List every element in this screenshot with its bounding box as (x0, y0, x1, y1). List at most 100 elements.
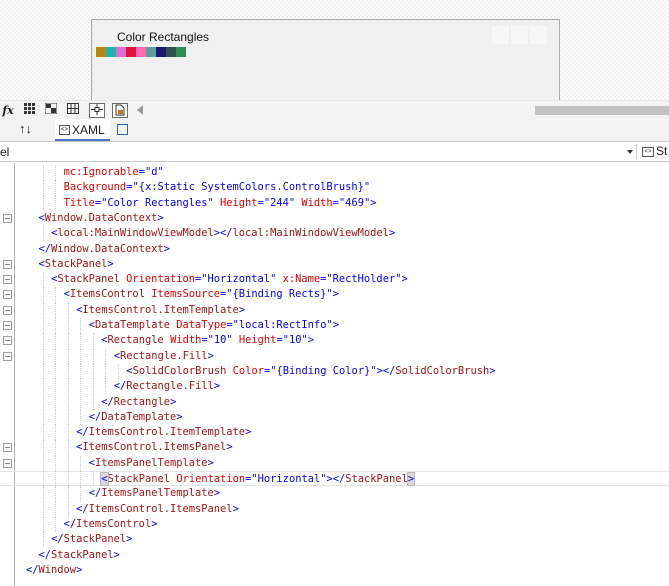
maximize-button[interactable] (511, 26, 528, 44)
indent-guide (55, 195, 57, 211)
tab-xaml[interactable]: <> XAML (55, 119, 110, 141)
collapse-icon[interactable]: − (3, 351, 12, 361)
popout-icon[interactable] (117, 124, 128, 135)
project-code-icon[interactable] (112, 103, 128, 118)
code-text: <Rectangle.Fill> (114, 349, 214, 364)
code-token: Rectangle (113, 395, 171, 408)
code-token: mc:Ignorable (63, 166, 139, 178)
collapse-icon[interactable]: − (3, 290, 12, 300)
indent-guide (42, 440, 44, 456)
xaml-code-editor[interactable]: mc:Ignorable="d" Background="{x:Static Sy… (0, 163, 669, 586)
code-token: > (388, 227, 396, 240)
code-token: SolidColorBrush (132, 364, 227, 377)
horizontal-scrollbar-thumb[interactable] (535, 106, 669, 115)
code-token: > (207, 456, 214, 469)
indent-guide (42, 486, 44, 502)
indent-guide (92, 333, 94, 349)
collapse-icon[interactable]: − (3, 275, 12, 285)
indent-guide (67, 486, 69, 502)
code-token: </ (76, 426, 89, 439)
code-text: </ItemsPanelTemplate> (89, 486, 220, 501)
color-rectangle (126, 47, 136, 57)
code-token: ItemsControl.ItemTemplate (82, 303, 239, 316)
color-rectangles (96, 47, 186, 57)
code-token: StackPanel (44, 257, 108, 270)
indent-guide (55, 180, 57, 196)
tab-xaml-label: XAML (72, 123, 105, 137)
preview-window[interactable]: Color Rectangles (91, 19, 560, 101)
code-token: StackPanel (107, 473, 171, 485)
code-text: mc:Ignorable="d" (64, 165, 164, 180)
collapse-icon[interactable]: − (3, 336, 12, 346)
code-token: > (207, 349, 214, 362)
indent-guide (42, 272, 44, 288)
color-rectangle (176, 47, 186, 57)
designer-toolbar: fx (0, 100, 669, 120)
designer-surface[interactable]: Color Rectangles (0, 0, 669, 101)
swap-panes-button[interactable]: ↑↓ (19, 121, 32, 136)
fx-effects-button[interactable]: fx (0, 103, 16, 118)
xaml-tab-icon: <> (59, 125, 70, 135)
code-token: x:Name (276, 273, 321, 286)
code-token: </ (38, 548, 52, 561)
code-token: > (176, 410, 183, 423)
code-text: </Window.DataContext> (39, 242, 170, 257)
element-selector-dropdown[interactable]: el (0, 144, 637, 159)
code-token: "{Binding Rects}" (226, 288, 333, 301)
code-token: DataType (170, 319, 227, 331)
indent-guide (80, 348, 82, 364)
code-line: − <ItemsPanelTemplate> (0, 456, 669, 471)
code-line: <SolidColorBrush Color="{Binding Color}"… (0, 364, 669, 379)
indent-guide (42, 363, 44, 380)
code-token: > (213, 487, 221, 500)
code-token: > (238, 303, 246, 316)
snap-lines-icon[interactable] (89, 103, 105, 118)
code-token: > (401, 273, 408, 286)
indent-guide (80, 409, 82, 426)
collapse-icon[interactable]: − (3, 305, 12, 315)
code-token: "d" (144, 166, 164, 178)
scroll-left-arrow-icon[interactable] (137, 105, 143, 115)
code-token: ItemsPanelTemplate (94, 456, 208, 469)
indent-guide (92, 394, 94, 410)
code-token: > (245, 426, 252, 439)
indent-guide (42, 226, 44, 242)
indent-guide (55, 455, 57, 471)
indent-guide (42, 195, 44, 211)
indent-guide (55, 394, 57, 410)
close-button[interactable] (530, 26, 547, 44)
indent-guide (67, 425, 69, 441)
indent-guide (42, 287, 44, 303)
code-token: Rectangle.Fill (126, 380, 214, 393)
chevron-down-icon[interactable] (627, 150, 633, 154)
code-token: StackPanel (51, 548, 114, 561)
grid-icon[interactable] (22, 103, 38, 118)
code-token: > (489, 364, 496, 377)
code-text: </StackPanel> (51, 532, 132, 547)
indent-guide (55, 348, 57, 364)
collapse-icon[interactable]: − (3, 321, 12, 330)
code-text: </DataTemplate> (89, 410, 183, 425)
indent-guide (55, 501, 57, 517)
code-text: Background="{x:Static SystemColors.Contr… (64, 180, 371, 195)
collapse-icon[interactable]: − (3, 443, 12, 453)
checkerboard-icon[interactable] (43, 102, 59, 118)
indent-guide (80, 471, 82, 487)
code-line: </Rectangle> (0, 395, 669, 410)
code-token: ItemsControl (76, 517, 152, 530)
collapse-icon[interactable]: − (3, 259, 12, 269)
code-token: StackPanel (345, 473, 408, 485)
collapse-icon[interactable]: − (3, 213, 12, 223)
member-selector-dropdown[interactable]: <> St (642, 144, 667, 158)
code-token: </ (76, 502, 89, 515)
code-token: Window.DataContext (51, 242, 164, 255)
code-text: </Rectangle.Fill> (114, 379, 220, 394)
minimize-button[interactable] (492, 26, 509, 44)
code-token: Title (63, 196, 95, 209)
code-token: Width (163, 334, 202, 347)
collapse-icon[interactable]: − (3, 458, 12, 468)
snap-grid-icon[interactable] (65, 103, 81, 118)
code-token: Height (213, 196, 258, 209)
indent-guide (42, 379, 44, 395)
indent-guide (67, 318, 69, 334)
